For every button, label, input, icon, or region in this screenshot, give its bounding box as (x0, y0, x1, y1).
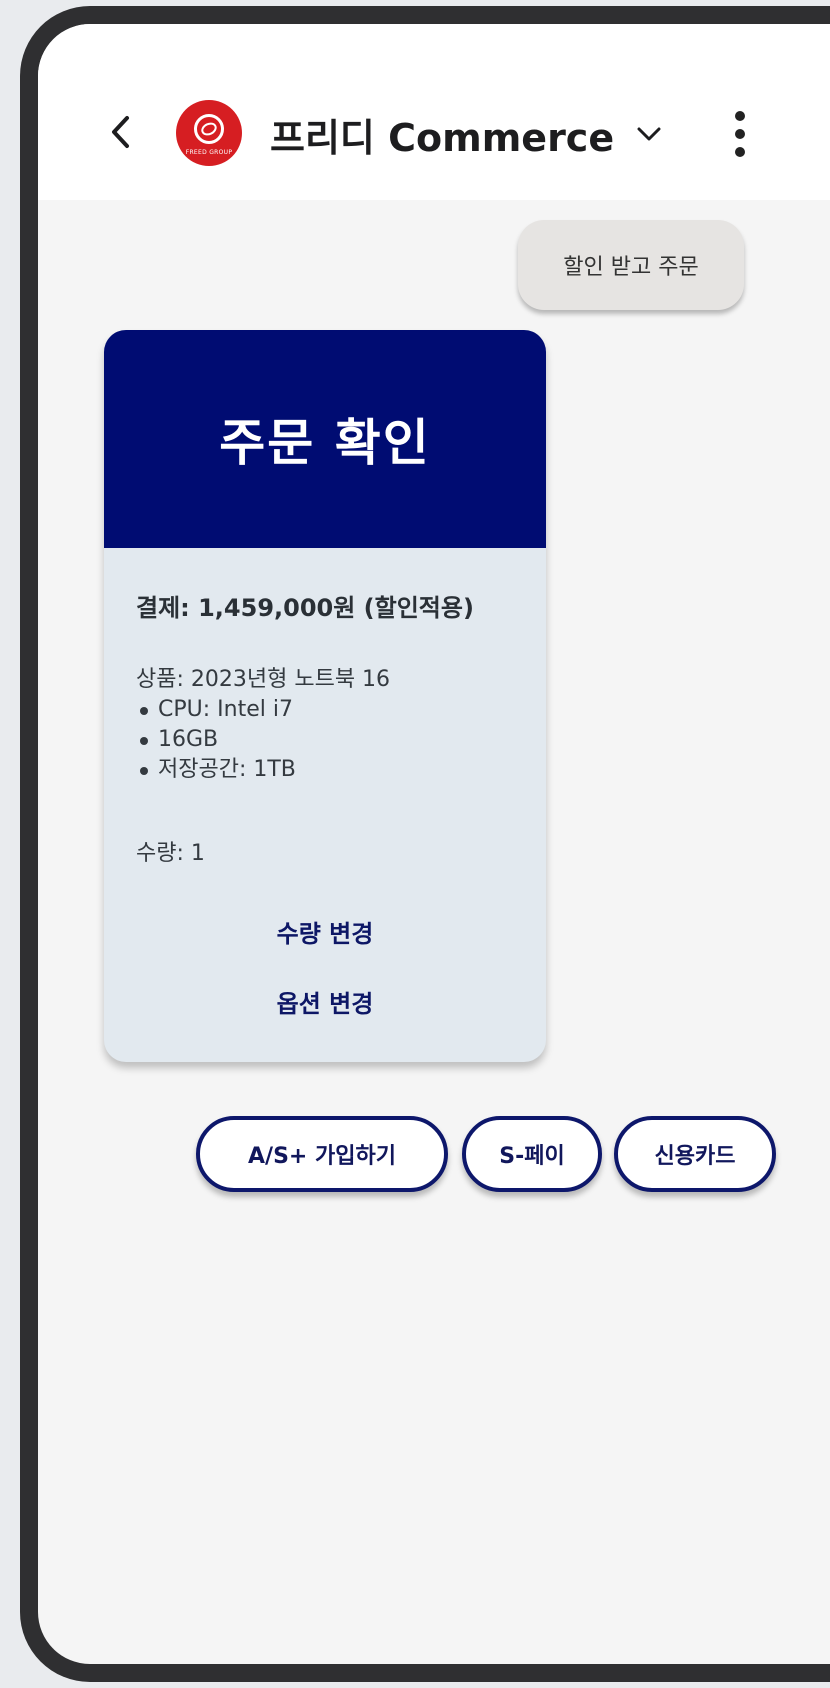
product-name: 상품: 2023년형 노트북 16 (136, 667, 391, 692)
chat-title[interactable]: 프리디 Commerce (270, 104, 662, 164)
logo-mark-icon (194, 114, 224, 144)
phone-frame: FREED GROUP 프리디 Commerce 할인 받고 주문 주문 확인 … (20, 6, 830, 1682)
user-message-bubble: 할인 받고 주문 (518, 220, 744, 310)
quick-reply-s-pay[interactable]: S-페이 (462, 1116, 602, 1192)
change-quantity-button[interactable]: 수량 변경 (104, 914, 546, 949)
order-card-title: 주문 확인 (219, 414, 431, 472)
payment-amount: 결제: 1,459,000원 (할인적용) (136, 594, 474, 622)
spec-item: 저장공간: 1TB (136, 755, 514, 785)
chevron-down-icon (637, 127, 661, 141)
quick-reply-as-plus[interactable]: A/S+ 가입하기 (196, 1116, 448, 1192)
order-card-header: 주문 확인 (104, 330, 546, 548)
app-bar: FREED GROUP 프리디 Commerce (38, 24, 830, 200)
spec-item: CPU: Intel i7 (136, 695, 514, 725)
quick-reply-credit-card[interactable]: 신용카드 (614, 1116, 776, 1192)
chevron-left-icon (112, 116, 129, 148)
more-vertical-icon (735, 111, 745, 121)
more-options-button[interactable] (728, 104, 752, 164)
logo-text: FREED GROUP (185, 149, 233, 156)
quantity-text: 수량: 1 (136, 841, 205, 866)
change-option-button[interactable]: 옵션 변경 (104, 984, 546, 1019)
back-button[interactable] (98, 102, 142, 162)
user-message-text: 할인 받고 주문 (563, 255, 699, 280)
order-confirmation-card: 주문 확인 결제: 1,459,000원 (할인적용) 상품: 2023년형 노… (104, 330, 546, 1062)
spec-item: 16GB (136, 725, 514, 755)
brand-logo: FREED GROUP (176, 100, 242, 166)
product-specs: CPU: Intel i7 16GB 저장공간: 1TB (136, 695, 514, 785)
order-card-body: 결제: 1,459,000원 (할인적용) 상품: 2023년형 노트북 16 … (104, 548, 546, 867)
chat-title-label: 프리디 Commerce (270, 115, 615, 160)
